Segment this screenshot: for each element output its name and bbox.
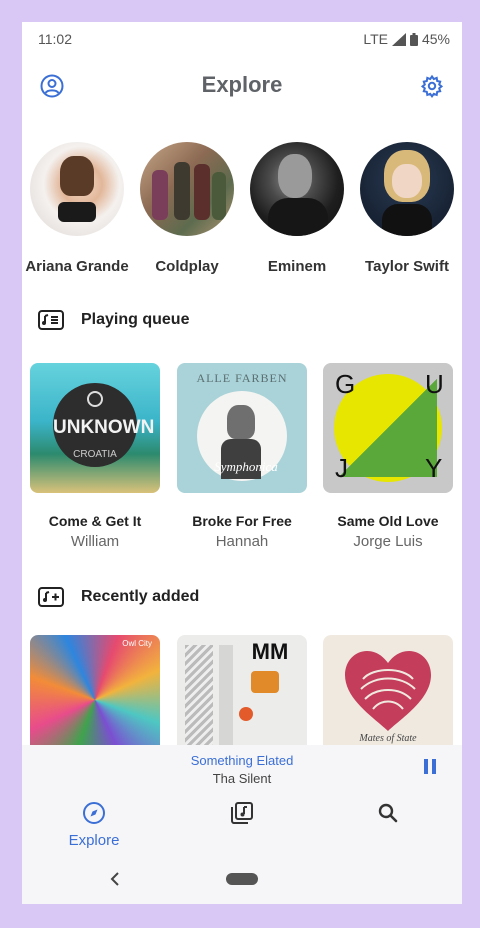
- album-title: Broke For Free: [192, 513, 292, 529]
- nav-explore-label: Explore: [68, 832, 120, 849]
- artist-photo: [250, 142, 344, 236]
- album-art: UNKNOWN CROATIA: [30, 363, 160, 493]
- album-artist: Jorge Luis: [353, 533, 423, 550]
- album-card[interactable]: Owl City: [30, 635, 160, 745]
- now-playing-artist: Tha Silent: [212, 771, 272, 786]
- mini-player[interactable]: Something Elated Tha Silent: [22, 745, 462, 795]
- artist-name: Eminem: [267, 258, 327, 275]
- home-button[interactable]: [226, 873, 258, 885]
- album-art: G U J Y: [323, 363, 453, 493]
- recent-album-row: Owl City MM Mates of State: [22, 635, 462, 745]
- album-card[interactable]: ALLE FARBEN Symphonica Broke For Free Ha…: [177, 363, 307, 551]
- album-title: Same Old Love: [337, 513, 439, 529]
- gear-icon: [420, 74, 444, 98]
- compass-icon: [83, 802, 105, 824]
- status-indicators: LTE 45%: [363, 31, 450, 47]
- section-title: Recently added: [81, 588, 200, 605]
- back-button[interactable]: [110, 870, 120, 891]
- album-card[interactable]: Mates of State: [323, 635, 453, 745]
- album-title: Come & Get It: [48, 513, 142, 529]
- status-time: 11:02: [38, 31, 72, 47]
- artists-row: Ariana Grande Coldplay Eminem Taylor Swi…: [22, 142, 462, 282]
- section-title: Playing queue: [81, 311, 190, 328]
- status-bar: 11:02 LTE 45%: [22, 22, 462, 56]
- album-art: ALLE FARBEN Symphonica: [177, 363, 307, 493]
- nav-search[interactable]: [338, 801, 438, 830]
- app-bar: Explore: [22, 64, 462, 108]
- artist-photo: [30, 142, 124, 236]
- artist-name: Taylor Swift: [365, 258, 449, 275]
- signal-icon: [391, 32, 406, 46]
- playlist-add-icon: [38, 587, 64, 607]
- album-card[interactable]: G U J Y Same Old Love Jorge Luis: [323, 363, 453, 551]
- bottom-navigation: Explore: [22, 795, 462, 859]
- album-card[interactable]: MM: [177, 635, 307, 745]
- battery-level: 45%: [421, 31, 450, 47]
- album-artist: William: [70, 533, 120, 550]
- artist-card[interactable]: Coldplay: [132, 142, 242, 275]
- network-type: LTE: [363, 31, 388, 47]
- battery-icon: [409, 32, 418, 46]
- artist-name: Coldplay: [155, 258, 219, 275]
- chevron-left-icon: [110, 872, 119, 886]
- pause-button[interactable]: [420, 759, 440, 781]
- album-artist: Hannah: [215, 533, 269, 550]
- now-playing-title: Something Elated: [190, 753, 294, 768]
- search-icon: [378, 803, 398, 823]
- artist-photo: [360, 142, 454, 236]
- queue-album-row: UNKNOWN CROATIA Come & Get It William AL…: [22, 363, 462, 553]
- library-music-icon: [231, 802, 253, 824]
- artist-name: Ariana Grande: [25, 258, 129, 275]
- album-card[interactable]: UNKNOWN CROATIA Come & Get It William: [30, 363, 160, 551]
- artist-card[interactable]: Taylor Swift: [352, 142, 462, 275]
- artist-card[interactable]: Ariana Grande: [22, 142, 132, 275]
- playing-queue-header: Playing queue: [38, 306, 189, 334]
- nav-explore[interactable]: Explore: [44, 801, 144, 849]
- recently-added-header: Recently added: [38, 583, 199, 611]
- system-navigation-bar: [22, 859, 462, 904]
- artist-photo: [140, 142, 234, 236]
- phone-screen: 11:02 LTE 45% Explore Ariana Grande Cold…: [22, 22, 462, 904]
- page-title: Explore: [201, 72, 283, 97]
- pause-icon: [424, 759, 428, 774]
- settings-button[interactable]: [416, 70, 448, 102]
- nav-library[interactable]: [192, 801, 292, 830]
- artist-card[interactable]: Eminem: [242, 142, 352, 275]
- queue-music-icon: [38, 310, 64, 330]
